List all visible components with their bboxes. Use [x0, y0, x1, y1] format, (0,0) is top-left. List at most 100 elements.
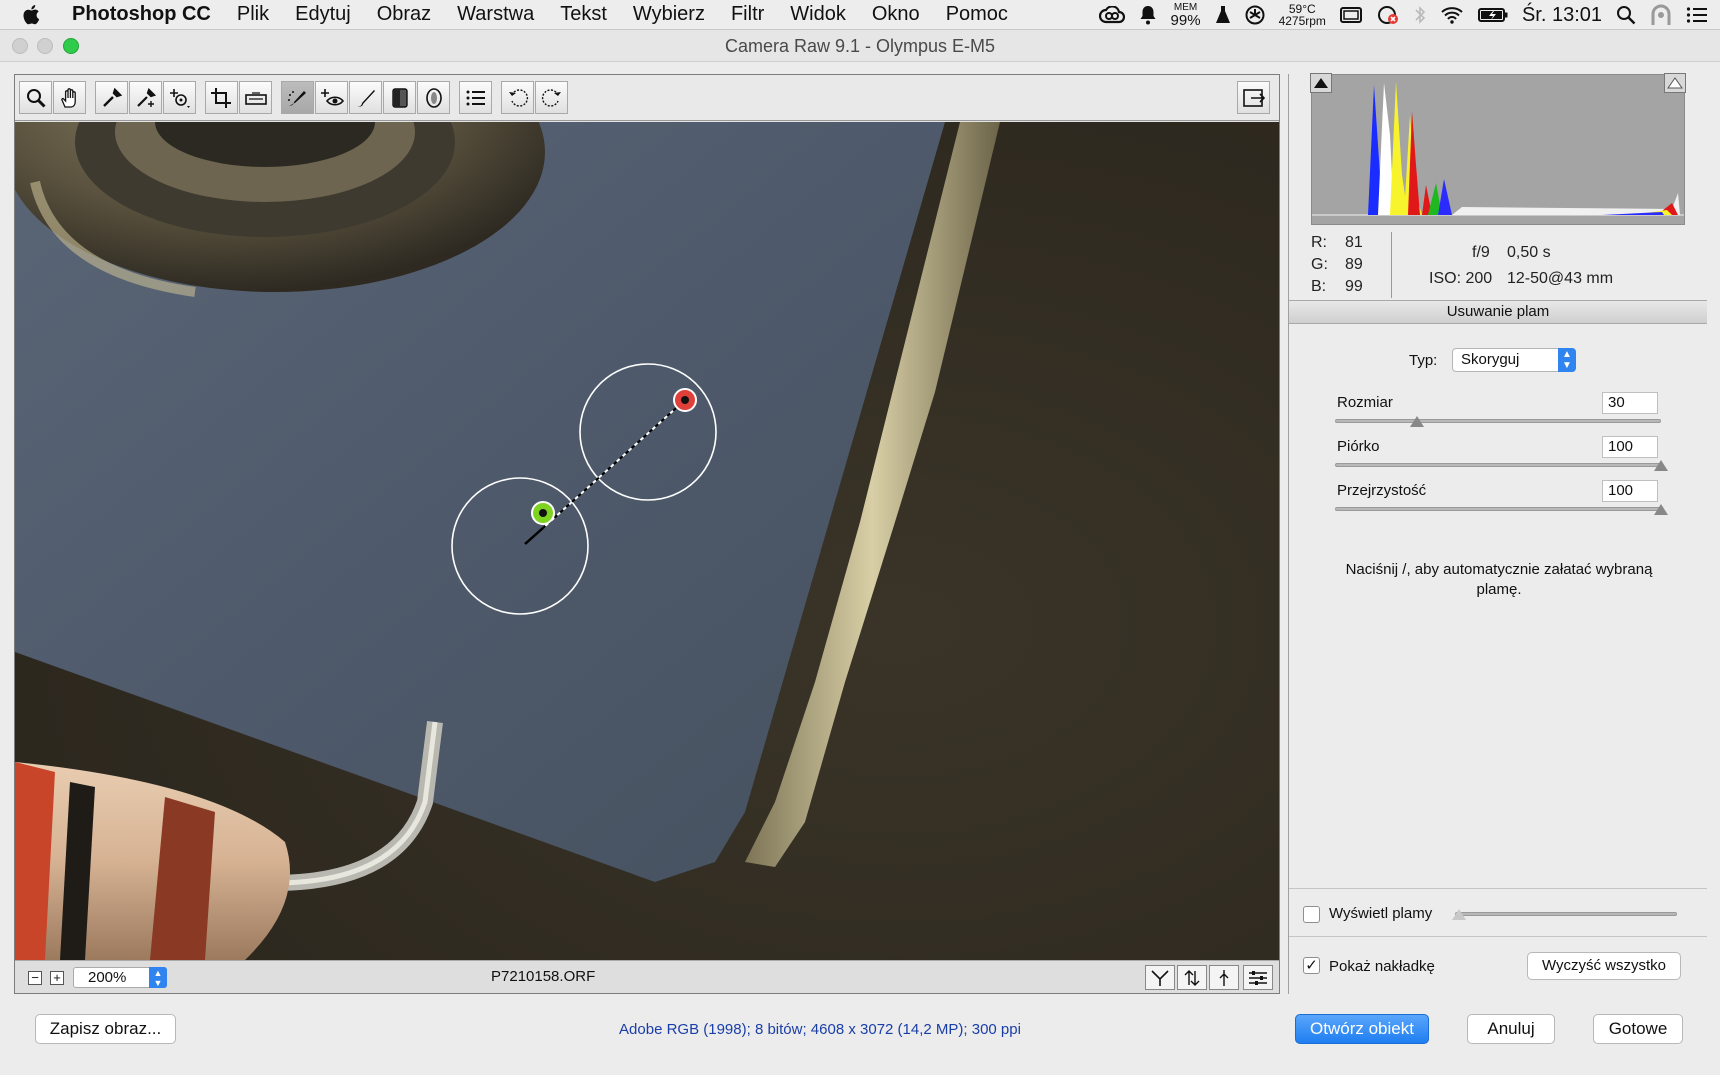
wifi-icon[interactable]	[1440, 6, 1464, 24]
opacity-input[interactable]: 100	[1602, 480, 1658, 502]
before-after-toggle[interactable]	[1145, 965, 1175, 990]
radial-filter-tool[interactable]	[417, 81, 450, 114]
adjustment-brush-tool[interactable]	[349, 81, 382, 114]
radial-icon	[425, 87, 442, 108]
clear-all-button[interactable]: Wyczyść wszystko	[1527, 952, 1681, 980]
show-overlay-checkbox[interactable]: ✓	[1303, 957, 1320, 974]
feather-slider-thumb[interactable]	[1654, 460, 1668, 471]
menu-warstwa[interactable]: Warstwa	[444, 3, 547, 26]
done-button[interactable]: Gotowe	[1593, 1014, 1683, 1044]
menu-app-name[interactable]: Photoshop CC	[62, 3, 224, 26]
size-slider-thumb[interactable]	[1409, 416, 1424, 427]
r-label: R:	[1311, 234, 1327, 251]
highlight-clipping-warning-icon[interactable]	[1664, 73, 1686, 93]
apple-menu-icon[interactable]	[22, 4, 62, 25]
size-label: Rozmiar	[1337, 394, 1393, 411]
image-preview[interactable]	[15, 122, 1279, 960]
list-icon	[466, 90, 485, 105]
type-select-value: Skoryguj	[1461, 351, 1520, 368]
panel-divider	[1289, 936, 1707, 937]
zoom-level-select[interactable]: 200% ▲ ▼	[73, 967, 167, 988]
open-object-button[interactable]: Otwórz obiekt	[1295, 1014, 1429, 1044]
iso-value: ISO: 200	[1429, 270, 1493, 287]
red-eye-removal-tool[interactable]	[315, 81, 348, 114]
status-area: MEM 99% 59°C 4275rpm Śr. 13:01	[1098, 0, 1708, 30]
crop-icon	[210, 87, 231, 108]
targeted-adjustment-tool[interactable]	[163, 81, 196, 114]
battery-icon[interactable]	[1477, 7, 1508, 23]
menu-obraz[interactable]: Obraz	[364, 3, 444, 26]
hand-icon	[60, 87, 76, 108]
size-slider[interactable]	[1335, 419, 1661, 423]
feather-input[interactable]: 100	[1602, 436, 1658, 458]
straighten-tool[interactable]	[239, 81, 272, 114]
memory-monitor[interactable]: MEM 99%	[1171, 1, 1201, 28]
b-value: 99	[1345, 278, 1363, 295]
g-label: G:	[1311, 256, 1328, 273]
copy-settings-button[interactable]	[1209, 965, 1239, 990]
cpu-flask-icon[interactable]	[1215, 5, 1231, 25]
memory-label: MEM	[1173, 1, 1198, 13]
feather-slider[interactable]	[1335, 463, 1661, 467]
preferences-tool[interactable]	[459, 81, 492, 114]
crop-tool[interactable]	[205, 81, 238, 114]
menu-filtr[interactable]: Filtr	[718, 3, 777, 26]
spot-removal-tool[interactable]	[281, 81, 314, 114]
temperature-monitor[interactable]: 59°C 4275rpm	[1279, 3, 1326, 27]
size-input[interactable]: 30	[1602, 392, 1658, 414]
notification-center-icon[interactable]	[1686, 6, 1708, 24]
r-value: 81	[1345, 234, 1363, 251]
bluetooth-icon[interactable]	[1414, 5, 1426, 25]
workflow-options-link[interactable]: Adobe RGB (1998); 8 bitów; 4608 x 3072 (…	[560, 1021, 1080, 1038]
g-value: 89	[1345, 256, 1363, 273]
fullscreen-toggle[interactable]	[1237, 81, 1270, 114]
menu-widok[interactable]: Widok	[777, 3, 859, 26]
cancel-button[interactable]: Anuluj	[1467, 1014, 1555, 1044]
menu-edytuj[interactable]: Edytuj	[282, 3, 364, 26]
preview-settings-button[interactable]	[1243, 965, 1273, 990]
menu-okno[interactable]: Okno	[859, 3, 933, 26]
tool-bar	[15, 75, 1279, 121]
color-sampler-icon	[136, 87, 156, 107]
window-titlebar: Camera Raw 9.1 - Olympus E-M5	[0, 30, 1720, 62]
panel-title: Usuwanie plam	[1289, 300, 1707, 324]
opacity-slider-thumb[interactable]	[1654, 504, 1668, 515]
menu-bar: Photoshop CC Plik Edytuj Obraz Warstwa T…	[0, 0, 1720, 30]
clock[interactable]: Śr. 13:01	[1522, 4, 1602, 27]
white-balance-tool[interactable]	[95, 81, 128, 114]
fan-icon[interactable]	[1245, 5, 1265, 25]
zoom-out-button[interactable]: −	[28, 971, 42, 985]
zoom-in-button[interactable]: +	[50, 971, 64, 985]
menu-plik[interactable]: Plik	[224, 3, 282, 26]
shadow-clipping-warning-icon[interactable]	[1310, 73, 1332, 93]
menu-tekst[interactable]: Tekst	[547, 3, 620, 26]
spot-brush-icon	[287, 90, 306, 106]
filename-label: P7210158.ORF	[491, 968, 596, 985]
readout-divider	[1391, 232, 1392, 298]
display-icon[interactable]	[1339, 7, 1362, 23]
rotate-right-tool[interactable]	[535, 81, 568, 114]
graduated-filter-tool[interactable]	[383, 81, 416, 114]
photo-canvas	[15, 122, 1279, 960]
time-machine-icon[interactable]	[1376, 5, 1400, 25]
spotlight-search-icon[interactable]	[1616, 5, 1636, 25]
creative-cloud-icon[interactable]	[1098, 6, 1125, 24]
save-image-button[interactable]: Zapisz obraz...	[35, 1014, 176, 1044]
menu-wybierz[interactable]: Wybierz	[620, 3, 718, 26]
rotate-left-tool[interactable]	[501, 81, 534, 114]
visualize-spots-slider[interactable]	[1455, 912, 1677, 916]
hand-tool[interactable]	[53, 81, 86, 114]
user-account-icon[interactable]	[1650, 4, 1672, 26]
type-select[interactable]: Skoryguj ▲ ▼	[1452, 348, 1576, 372]
visualize-spots-thumb[interactable]	[1452, 909, 1466, 920]
opacity-slider[interactable]	[1335, 507, 1661, 511]
show-spots-checkbox[interactable]	[1303, 906, 1320, 923]
notification-bell-icon[interactable]	[1139, 5, 1157, 25]
color-sampler-tool[interactable]	[129, 81, 162, 114]
zoom-tool[interactable]	[19, 81, 52, 114]
aperture-value: f/9	[1472, 244, 1490, 261]
copy-arrow-icon	[1219, 969, 1229, 986]
menu-pomoc[interactable]: Pomoc	[933, 3, 1021, 26]
target-adjust-icon	[169, 88, 190, 108]
swap-before-after-button[interactable]	[1177, 965, 1207, 990]
